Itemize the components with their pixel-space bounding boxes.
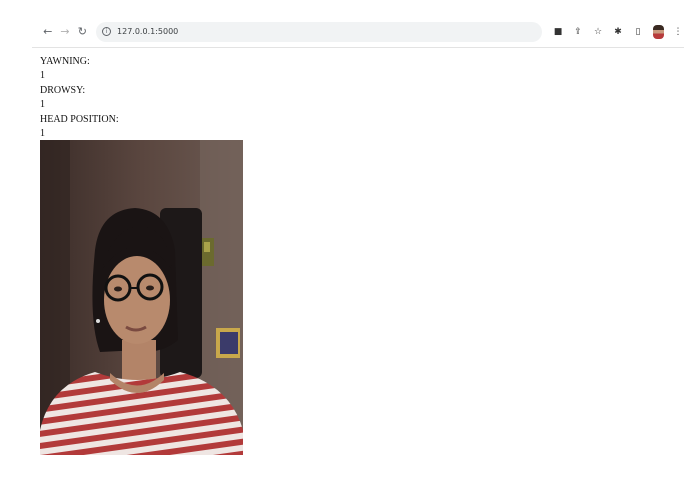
url-text: 127.0.0.1:5000 xyxy=(117,27,179,36)
browser-toolbar: ← → ↻ i 127.0.0.1:5000 ■ ⇪ ☆ ✱ ▯ ⋮ xyxy=(32,16,684,48)
reload-icon: ↻ xyxy=(77,25,87,38)
arrow-right-icon: → xyxy=(60,25,70,38)
kebab-menu-icon[interactable]: ⋮ xyxy=(672,26,684,38)
drowsy-value: 1 xyxy=(40,99,45,111)
reload-button[interactable]: ↻ xyxy=(75,24,90,40)
camera-icon[interactable]: ■ xyxy=(552,26,564,38)
yawning-label: YAWNING: xyxy=(40,56,90,67)
yawning-value: 1 xyxy=(40,70,45,82)
share-icon[interactable]: ⇪ xyxy=(572,26,584,38)
forward-button[interactable]: → xyxy=(57,24,72,40)
webcam-video-feed xyxy=(40,140,243,455)
arrow-left-icon: ← xyxy=(43,25,53,38)
side-panel-icon[interactable]: ▯ xyxy=(632,26,644,38)
toolbar-actions: ■ ⇪ ☆ ✱ ▯ ⋮ xyxy=(552,24,684,39)
webcam-frame-image xyxy=(40,140,243,455)
head-position-label: HEAD POSITION: xyxy=(40,113,119,125)
back-button[interactable]: ← xyxy=(40,24,55,40)
drowsy-label: DROWSY: xyxy=(40,84,86,96)
puzzle-icon[interactable]: ✱ xyxy=(612,26,624,38)
detection-status: YAWNING: 1 DROWSY: 1 HEAD POSITION: 1 xyxy=(40,55,360,141)
profile-avatar[interactable] xyxy=(652,24,664,39)
info-icon[interactable]: i xyxy=(102,27,112,36)
star-icon[interactable]: ☆ xyxy=(592,26,604,38)
address-bar[interactable]: i 127.0.0.1:5000 xyxy=(96,21,543,42)
